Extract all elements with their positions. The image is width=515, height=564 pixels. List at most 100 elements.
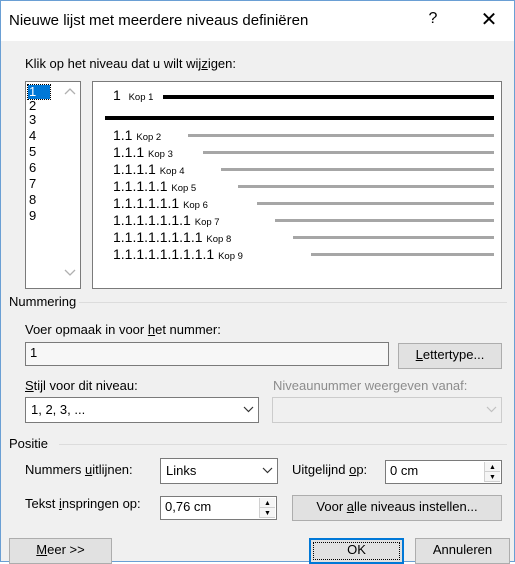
number-format-label: Voer opmaak in voor het nummer: — [25, 322, 221, 337]
preview-line — [311, 253, 494, 256]
chevron-down-icon[interactable] — [240, 399, 257, 423]
preview-line — [163, 95, 494, 99]
start-from-select — [272, 397, 502, 423]
indent-label-pre: Tekst — [25, 496, 59, 511]
indent-input[interactable]: 0,76 cm ▲ ▼ — [160, 496, 277, 520]
preview-number: 1.1.1.1.1 — [113, 178, 168, 194]
start-from-label: Niveaunummer weergeven vanaf: — [273, 378, 468, 393]
title-bar[interactable]: Nieuwe lijst met meerdere niveaus defini… — [1, 1, 514, 41]
set-all-levels-button[interactable]: Voor alle niveaus instellen... — [292, 495, 502, 521]
preview-line — [221, 168, 494, 171]
align-label: Nummers uitlijnen: — [25, 462, 133, 477]
position-group-label: Positie — [9, 436, 49, 451]
level-item[interactable]: 9 — [28, 209, 50, 223]
set-all-pre: Voor — [316, 499, 347, 514]
preview-kop: Kop 8 — [206, 234, 232, 245]
indent-label-post: nspringen op: — [61, 496, 141, 511]
indent-value: 0,76 cm — [165, 499, 212, 514]
preview-kop: Kop 2 — [136, 132, 162, 143]
level-picker-label-pre: Klik op het niveau dat u wilt wij — [25, 56, 202, 71]
preview-line — [105, 116, 494, 120]
preview-number: 1.1.1.1.1.1.1.1 — [113, 229, 203, 245]
multilevel-list-dialog: Nieuwe lijst met meerdere niveaus defini… — [0, 0, 515, 564]
scroll-down-icon[interactable] — [62, 268, 78, 280]
preview-line — [238, 185, 494, 188]
preview-row: 1.1.1.1.1.1.1.1.1 Kop 9 — [113, 246, 243, 265]
number-style-select[interactable]: 1, 2, 3, ... — [25, 397, 259, 423]
number-format-input[interactable]: 1 — [25, 342, 389, 366]
spin-down-icon[interactable]: ▼ — [485, 472, 500, 482]
help-icon[interactable]: ? — [423, 10, 443, 28]
level-picker-label: Klik op het niveau dat u wilt wijzigen: — [25, 56, 236, 71]
font-button-rest: ettertype... — [422, 347, 485, 362]
number-style-label-rest: tijl voor dit niveau: — [33, 378, 138, 393]
level-item[interactable]: 7 — [28, 177, 50, 191]
preview-number: 1.1.1.1.1.1 — [113, 195, 180, 211]
level-item[interactable]: 5 — [28, 145, 50, 159]
align-select[interactable]: Links — [160, 458, 278, 484]
preview-kop: Kop 9 — [218, 251, 243, 262]
close-icon[interactable]: ✕ — [475, 7, 503, 32]
cancel-button[interactable]: Annuleren — [415, 538, 510, 564]
chevron-down-icon[interactable] — [259, 460, 276, 484]
number-format-label-post: et nummer: — [155, 322, 221, 337]
number-format-label-accel: h — [147, 322, 156, 337]
aligned-at-label-pre: Uitgelijnd — [292, 462, 350, 477]
spin-down-icon[interactable]: ▼ — [260, 508, 275, 518]
preview-kop: Kop 1 — [128, 92, 154, 103]
aligned-at-label: Uitgelijnd op: — [292, 462, 367, 477]
more-button-accel: M — [36, 542, 48, 557]
preview-line — [275, 219, 494, 222]
number-style-label-accel: S — [25, 378, 34, 393]
preview-kop: Kop 3 — [148, 149, 173, 160]
preview-number: 1.1.1.1.1.1.1.1.1 — [113, 246, 215, 262]
aligned-at-input[interactable]: 0 cm ▲ ▼ — [385, 460, 502, 484]
preview-row: 1 Kop 1 — [113, 87, 153, 106]
preview-line — [203, 151, 494, 154]
level-item[interactable]: 4 — [28, 129, 50, 143]
ok-button[interactable]: OK — [309, 538, 404, 564]
more-button[interactable]: Meer >> — [9, 538, 112, 564]
level-item[interactable]: 2 — [28, 99, 50, 113]
scroll-up-icon[interactable] — [62, 86, 78, 98]
preview-kop: Kop 4 — [159, 166, 185, 177]
level-item[interactable]: 6 — [28, 161, 50, 175]
preview-number: 1.1 — [113, 127, 133, 143]
number-style-label: Stijl voor dit niveau: — [25, 378, 138, 393]
level-preview[interactable]: 1 Kop 1 1.1 Kop 2 1.1.1 Kop 3 1.1.1.1 Ko… — [92, 81, 502, 289]
align-value: Links — [166, 463, 197, 478]
set-all-post: lle niveaus instellen... — [354, 499, 478, 514]
preview-number: 1.1.1.1 — [113, 161, 156, 177]
more-button-rest: eer >> — [47, 542, 85, 557]
preview-number: 1 — [113, 87, 121, 103]
numbering-group-label: Nummering — [9, 294, 77, 309]
spin-up-icon[interactable]: ▲ — [260, 498, 275, 508]
level-item[interactable]: 1 — [27, 84, 51, 100]
aligned-at-spinner[interactable]: ▲ ▼ — [484, 462, 500, 482]
level-item[interactable]: 3 — [28, 113, 50, 127]
font-button-accel: L — [415, 347, 423, 362]
numbering-group-rule — [79, 302, 507, 303]
indent-spinner[interactable]: ▲ ▼ — [259, 498, 275, 518]
spin-up-icon[interactable]: ▲ — [485, 462, 500, 472]
preview-line — [257, 202, 494, 205]
preview-number: 1.1.1.1.1.1.1 — [113, 212, 191, 228]
level-item[interactable]: 8 — [28, 193, 50, 207]
level-picker-label-post: igen: — [207, 56, 237, 71]
aligned-at-value: 0 cm — [390, 463, 419, 478]
focus-rect — [313, 542, 400, 560]
align-label-pre: Nummers — [25, 462, 85, 477]
align-label-post: itlijnen: — [92, 462, 133, 477]
chevron-down-icon — [483, 399, 500, 423]
dialog-title: Nieuwe lijst met meerdere niveaus defini… — [9, 12, 309, 29]
preview-kop: Kop 7 — [194, 217, 220, 228]
preview-line — [293, 236, 494, 239]
indent-label: Tekst inspringen op: — [25, 496, 141, 511]
font-button[interactable]: Lettertype... — [398, 343, 502, 369]
level-listbox[interactable]: 1 2 3 4 5 6 7 8 9 — [25, 81, 81, 289]
number-format-label-pre: Voer opmaak in voor — [25, 322, 148, 337]
set-all-accel: a — [346, 499, 354, 514]
preview-kop: Kop 6 — [183, 200, 208, 211]
number-style-value: 1, 2, 3, ... — [31, 402, 86, 417]
preview-line — [188, 134, 494, 137]
